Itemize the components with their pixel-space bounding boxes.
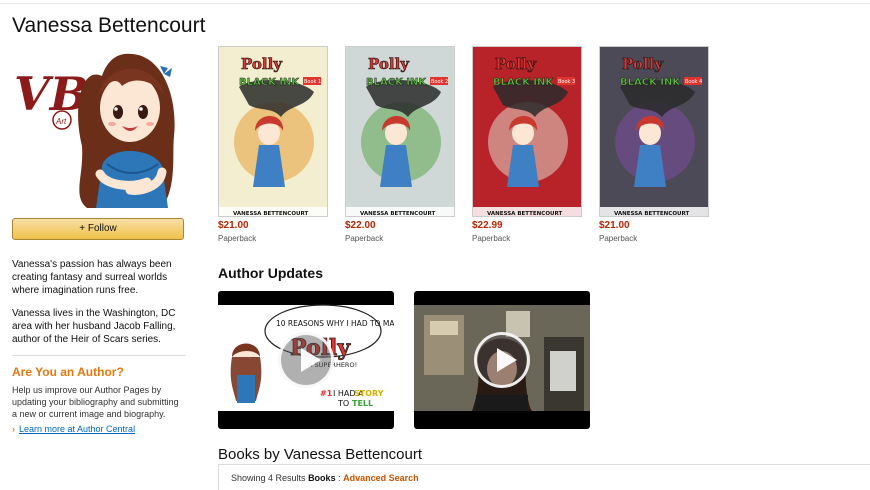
book-cover[interactable]: Polly BLACK INK Book 4 VANESSA BETTENCOU… [599, 46, 709, 217]
cover-author: VANESSA BETTENCOURT [614, 211, 689, 217]
book-card[interactable]: Polly BLACK INK Book 1 VANESSA BETTENCOU… [218, 46, 328, 243]
cover-title-1: Polly [622, 55, 664, 73]
results-count: Showing 4 Results [231, 473, 306, 483]
author-promo-title: Are You an Author? [12, 365, 124, 379]
play-icon[interactable] [474, 332, 530, 388]
vb-logo-sub: Art [55, 117, 67, 126]
cover-title-2: BLACK INK [239, 77, 300, 88]
book-price: $21.00 [599, 220, 630, 231]
author-bio: Vanessa's passion has always been creati… [12, 258, 186, 346]
bio-paragraph-2: Vanessa lives in the Washington, DC area… [12, 308, 176, 345]
author-promo-text: Help us improve our Author Pages by upda… [12, 385, 179, 419]
cover-title-1: Polly [241, 55, 283, 73]
book-cover[interactable]: Polly BLACK INK Book 2 VANESSA BETTENCOU… [345, 46, 455, 217]
books-by-author-title: Books by Vanessa Bettencourt [218, 446, 423, 463]
results-category: Books [308, 473, 336, 483]
cover-title-1: Polly [495, 55, 537, 73]
book-cover[interactable]: Polly BLACK INK Book 1 VANESSA BETTENCOU… [218, 46, 328, 217]
author-central-link[interactable]: Learn more at Author Central [19, 424, 135, 434]
cover-title-1: Polly [368, 55, 410, 73]
cover-title-2: BLACK INK [366, 77, 427, 88]
top-divider [0, 0, 870, 4]
book-price: $22.99 [472, 220, 503, 231]
author-updates-title: Author Updates [218, 265, 323, 281]
cover-book-tag: Book 4 [685, 79, 702, 85]
cover-book-tag: Book 1 [304, 79, 321, 85]
book-format[interactable]: Paperback [345, 234, 455, 243]
cover-author: VANESSA BETTENCOURT [487, 211, 562, 217]
cover-book-tag: Book 3 [558, 79, 575, 85]
divider [12, 355, 186, 356]
cover-title-2: BLACK INK [620, 77, 681, 88]
cover-author: VANESSA BETTENCOURT [233, 211, 308, 217]
follow-button[interactable]: + Follow [12, 218, 184, 240]
author-central-link-row: › Learn more at Author Central [12, 424, 186, 434]
page-title: Vanessa Bettencourt [12, 14, 206, 37]
book-price: $21.00 [218, 220, 249, 231]
caption-story: STORY [354, 389, 384, 398]
video-card-2[interactable] [414, 291, 590, 429]
video-bubble-text: 10 REASONS WHY I HAD TO MAKE [276, 319, 394, 328]
author-portrait: VB Art [12, 46, 186, 209]
book-format[interactable]: Paperback [218, 234, 328, 243]
book-card[interactable]: Polly BLACK INK Book 2 VANESSA BETTENCOU… [345, 46, 455, 243]
book-cover[interactable]: Polly BLACK INK Book 3 VANESSA BETTENCOU… [472, 46, 582, 217]
book-format[interactable]: Paperback [472, 234, 582, 243]
author-sidebar: VB Art + Follow Vanessa's passion has al… [12, 46, 186, 434]
video-card-1[interactable]: 10 REASONS WHY I HAD TO MAKE Polly A SUP… [218, 291, 394, 429]
results-separator: : [338, 473, 341, 483]
book-format[interactable]: Paperback [599, 234, 709, 243]
caption-tell: TELL [352, 399, 373, 408]
play-icon[interactable] [278, 332, 334, 388]
advanced-search-link[interactable]: Advanced Search [343, 473, 419, 483]
caption-to: TO [337, 399, 349, 408]
results-bar: Showing 4 Results Books : Advanced Searc… [218, 464, 870, 490]
book-card[interactable]: Polly BLACK INK Book 4 VANESSA BETTENCOU… [599, 46, 709, 243]
cover-book-tag: Book 2 [431, 79, 448, 85]
bio-paragraph-1: Vanessa's passion has always been creati… [12, 259, 172, 296]
cover-title-2: BLACK INK [493, 77, 554, 88]
book-card[interactable]: Polly BLACK INK Book 3 VANESSA BETTENCOU… [472, 46, 582, 243]
book-price: $22.00 [345, 220, 376, 231]
cover-author: VANESSA BETTENCOURT [360, 211, 435, 217]
vb-logo-letters: VB [14, 67, 89, 121]
chevron-right-icon: › [12, 424, 15, 434]
caption-number: #1 [320, 389, 333, 398]
